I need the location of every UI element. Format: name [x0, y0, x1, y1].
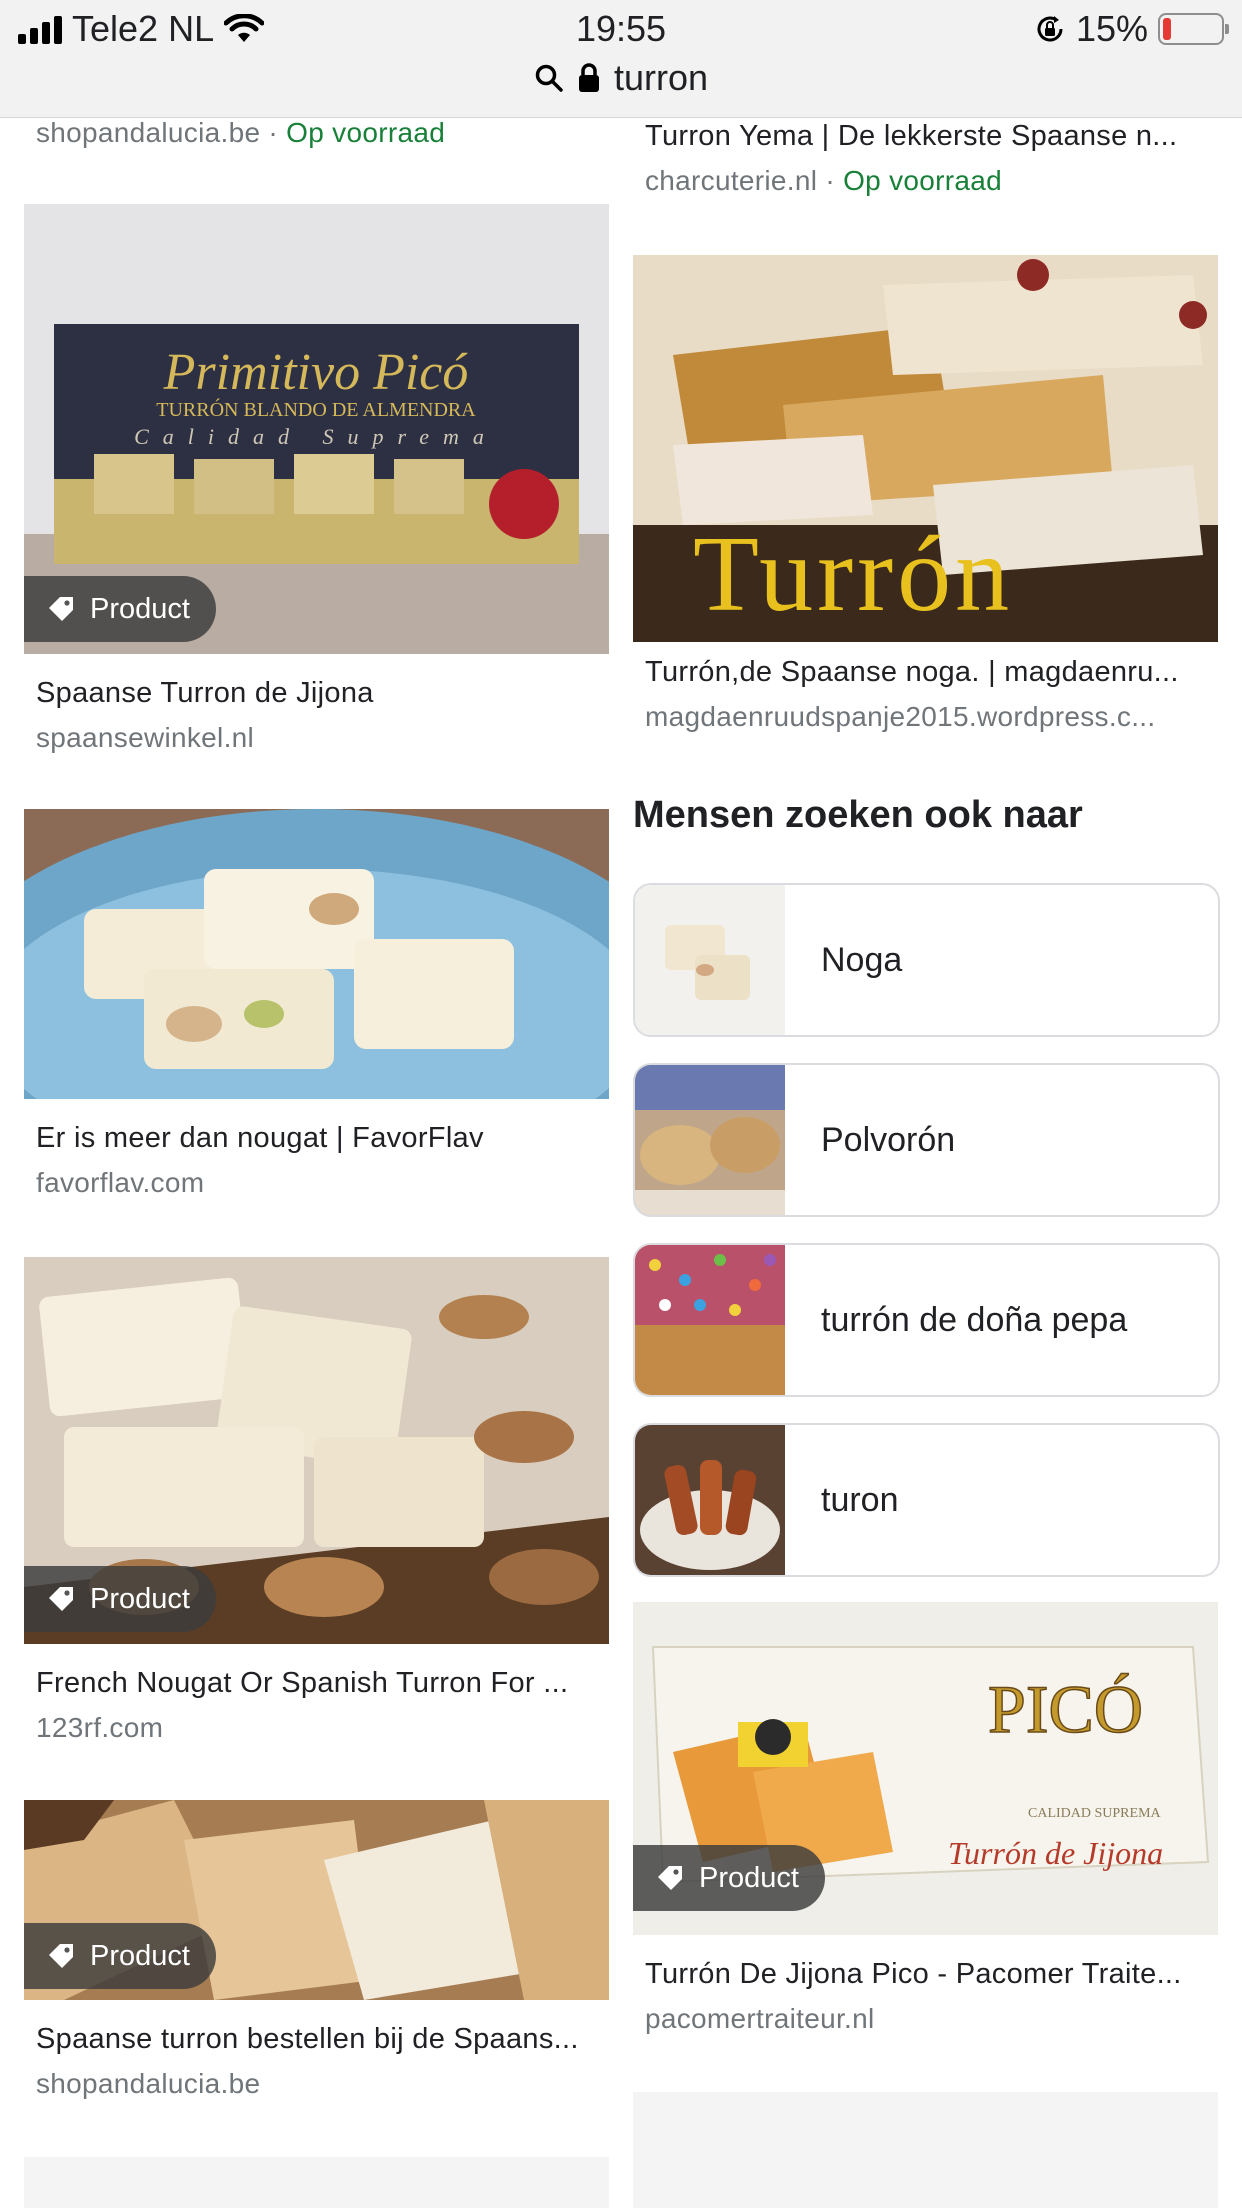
rotation-lock-icon — [1037, 16, 1063, 42]
chip-thumbnail — [635, 1245, 785, 1395]
result-title[interactable]: Turrón De Jijona Pico - Pacomer Traite..… — [645, 1958, 1205, 1991]
url-text: turron — [613, 57, 709, 98]
result-source[interactable]: shopandalucia.be · Op voorraad — [36, 117, 596, 149]
chip-thumbnail — [635, 1425, 785, 1575]
search-icon — [535, 64, 563, 92]
result-title[interactable]: French Nougat Or Spanish Turron For ... — [36, 1667, 596, 1700]
result-title[interactable]: Spaanse Turron de Jijona — [36, 677, 596, 710]
product-badge: Product — [24, 1566, 216, 1632]
result-image[interactable]: Turrón — [633, 255, 1218, 642]
related-search-chip[interactable]: Noga — [633, 883, 1220, 1037]
product-badge: Product — [24, 1923, 216, 1989]
related-search-chip[interactable]: Polvorón — [633, 1063, 1220, 1217]
stock-status: Op voorraad — [843, 165, 1003, 196]
result-source[interactable]: charcuterie.nl · Op voorraad — [645, 165, 1205, 197]
box-brand-text: PICÓ — [988, 1671, 1143, 1747]
address-bar[interactable]: turron — [0, 57, 1242, 99]
result-title[interactable]: Er is meer dan nougat | FavorFlav — [36, 1122, 596, 1155]
result-source[interactable]: spaansewinkel.nl — [36, 722, 596, 754]
related-search-chip[interactable]: turon — [633, 1423, 1220, 1577]
battery-info: 15% — [1034, 8, 1229, 50]
related-search-chip[interactable]: turrón de doña pepa — [633, 1243, 1220, 1397]
battery-percent: 15% — [1075, 8, 1148, 49]
tag-icon — [49, 1944, 73, 1968]
chip-thumbnail — [635, 1065, 785, 1215]
result-title[interactable]: Spaanse turron bestellen bij de Spaans..… — [36, 2023, 596, 2056]
result-source[interactable]: shopandalucia.be — [36, 2068, 596, 2100]
chip-label: turon — [821, 1480, 899, 1519]
chip-label: turrón de doña pepa — [821, 1300, 1128, 1339]
result-source[interactable]: magdaenruudspanje2015.wordpress.c... — [645, 701, 1205, 733]
box-line1-text: Turrón de Jijona — [948, 1835, 1163, 1871]
browser-top-bar: Tele2 NL 19:55 15% turron — [0, 0, 1242, 118]
box-line2-text: Calidad Suprema — [134, 424, 498, 449]
tag-icon — [49, 597, 73, 621]
box-line2-text: CALIDAD SUPREMA — [1028, 1806, 1162, 1821]
lock-icon — [578, 63, 599, 92]
box-line1-text: TURRÓN BLANDO DE ALMENDRA — [156, 397, 476, 421]
result-title[interactable]: Turrón,de Spaanse noga. | magdaenru... — [645, 656, 1205, 689]
tag-icon — [658, 1866, 682, 1890]
result-source[interactable]: pacomertraiteur.nl — [645, 2003, 1205, 2035]
product-badge: Product — [633, 1845, 825, 1911]
result-source[interactable]: favorflav.com — [36, 1167, 596, 1199]
related-searches-heading: Mensen zoeken ook naar — [633, 794, 1083, 836]
chip-label: Polvorón — [821, 1120, 956, 1159]
box-brand-text: Primitivo Picó — [163, 344, 469, 401]
result-title[interactable]: Turron Yema | De lekkerste Spaanse n... — [645, 120, 1205, 153]
result-image[interactable] — [24, 809, 609, 1099]
tag-icon — [49, 1587, 73, 1611]
loading-placeholder — [633, 2092, 1218, 2208]
loading-placeholder — [24, 2157, 609, 2208]
chip-label: Noga — [821, 940, 903, 979]
image-overlay-text: Turrón — [693, 515, 1013, 634]
chip-thumbnail — [635, 885, 785, 1035]
stock-status: Op voorraad — [286, 117, 446, 148]
battery-icon — [1158, 13, 1229, 45]
product-badge: Product — [24, 576, 216, 642]
result-source[interactable]: 123rf.com — [36, 1712, 596, 1744]
